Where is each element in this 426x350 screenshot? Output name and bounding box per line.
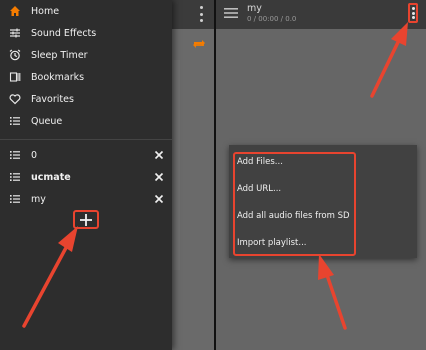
playlist-item[interactable]: ucmate — [0, 166, 172, 188]
home-icon — [8, 4, 22, 18]
nav-item-queue[interactable]: Queue — [0, 110, 172, 132]
bookmark-icon — [8, 70, 22, 84]
nav-item-bookmarks[interactable]: Bookmarks — [0, 66, 172, 88]
heart-icon — [8, 92, 22, 106]
plus-icon — [80, 213, 92, 226]
playlist-icon — [8, 192, 22, 206]
playlist-item[interactable]: my — [0, 188, 172, 210]
right-screen: my 0 / 00:00 / 0.0 Add Files... Add URL.… — [216, 0, 426, 350]
player-top-bar: my 0 / 00:00 / 0.0 — [216, 0, 426, 29]
nav-item-sound-effects[interactable]: Sound Effects — [0, 22, 172, 44]
close-icon[interactable] — [153, 193, 165, 205]
playlist-label: 0 — [31, 149, 38, 161]
drawer-divider — [0, 139, 172, 140]
left-screen: Home Sound Effects Sleep Timer Bookmarks… — [0, 0, 214, 350]
menu-icon[interactable] — [224, 7, 238, 19]
repeat-icon — [193, 40, 205, 48]
underlying-overflow-icon — [198, 6, 204, 22]
equalizer-icon — [8, 26, 22, 40]
queue-icon — [8, 114, 22, 128]
nav-label-bookmarks: Bookmarks — [31, 71, 85, 83]
nav-item-sleep-timer[interactable]: Sleep Timer — [0, 44, 172, 66]
playlist-icon — [8, 170, 22, 184]
playlist-label: my — [31, 193, 46, 205]
playlist-label: ucmate — [31, 171, 71, 183]
close-icon[interactable] — [153, 171, 165, 183]
nav-label-queue: Queue — [31, 115, 63, 127]
playlist-icon — [8, 148, 22, 162]
nav-label-favorites: Favorites — [31, 93, 74, 105]
add-playlist-button[interactable] — [73, 210, 99, 229]
nav-label-sound-effects: Sound Effects — [31, 27, 97, 39]
nav-label-home: Home — [31, 5, 60, 17]
nav-label-sleep-timer: Sleep Timer — [31, 49, 88, 61]
menu-highlight-box — [233, 152, 356, 256]
overflow-menu-button[interactable] — [408, 3, 418, 23]
playlist-title: my — [247, 3, 262, 14]
nav-item-favorites[interactable]: Favorites — [0, 88, 172, 110]
playlist-info: 0 / 00:00 / 0.0 — [247, 15, 297, 23]
playlist-item[interactable]: 0 — [0, 144, 172, 166]
navigation-drawer: Home Sound Effects Sleep Timer Bookmarks… — [0, 0, 172, 350]
close-icon[interactable] — [153, 149, 165, 161]
more-vert-icon — [411, 6, 415, 10]
nav-item-home[interactable]: Home — [0, 0, 172, 22]
alarm-icon — [8, 48, 22, 62]
